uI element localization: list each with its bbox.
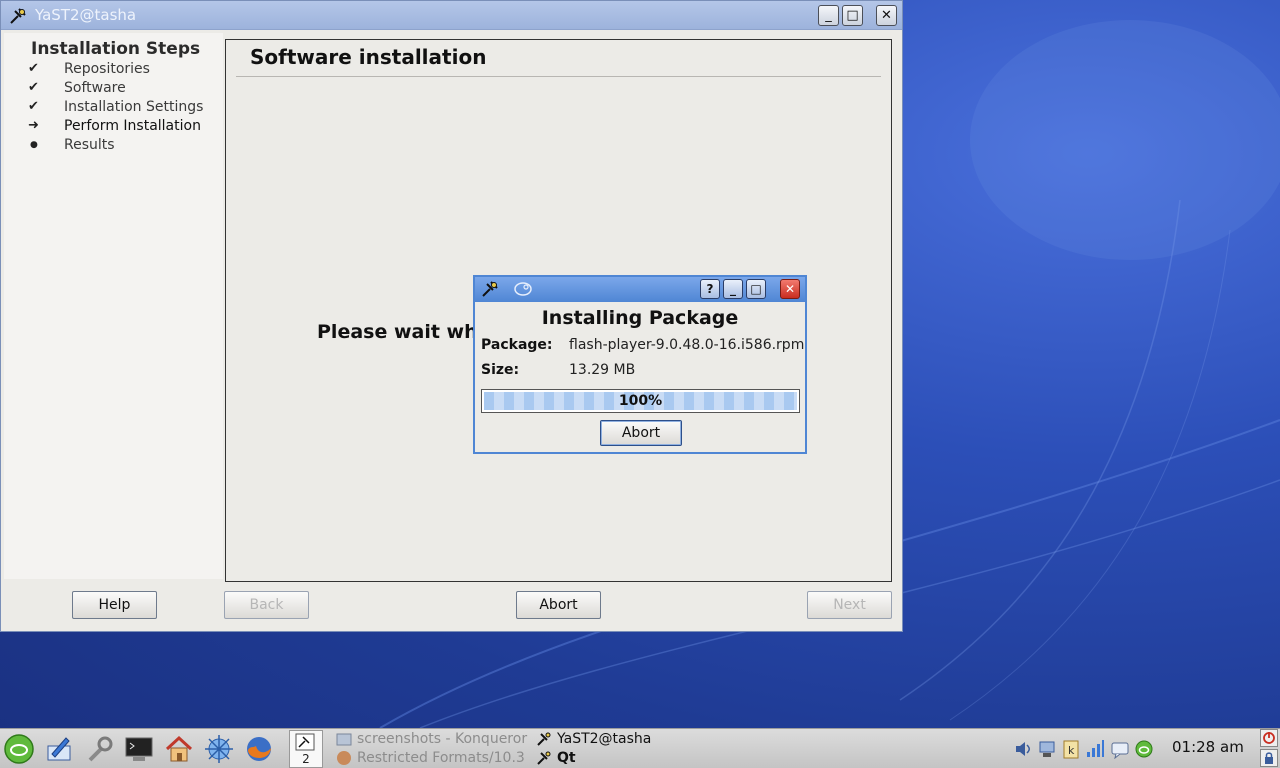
task-label: Qt xyxy=(557,749,576,766)
yast-app-icon xyxy=(482,281,498,297)
opensuse-menu-icon xyxy=(4,734,34,764)
close-button[interactable]: ✕ xyxy=(876,5,897,26)
dialog-minimize-button[interactable]: _ xyxy=(723,279,743,299)
kde-network-icon xyxy=(205,735,233,763)
bullet-icon: ● xyxy=(30,139,38,150)
opensuse-menu-button[interactable] xyxy=(3,733,35,765)
network-launcher[interactable] xyxy=(203,733,235,765)
step-perform-installation: ➜ Perform Installation xyxy=(28,116,201,135)
task-label: YaST2@tasha xyxy=(557,730,652,747)
logout-button[interactable] xyxy=(1260,729,1278,747)
lock-screen-button[interactable] xyxy=(1260,749,1278,767)
question-icon: ? xyxy=(706,282,714,296)
checkmark-icon: ✔ xyxy=(28,80,39,95)
task-qt[interactable]: Qt xyxy=(536,748,576,767)
package-label: Package: xyxy=(481,337,553,353)
size-value: 13.29 MB xyxy=(569,362,636,378)
opensuse-gecko-icon xyxy=(514,282,532,296)
pager-window-icon xyxy=(295,733,315,751)
step-label: Installation Settings xyxy=(64,98,204,115)
task-restricted-formats[interactable]: Restricted Formats/10.3 xyxy=(336,748,525,767)
signal-bars-icon[interactable] xyxy=(1085,739,1105,759)
dialog-close-button[interactable]: ✕ xyxy=(780,279,800,299)
checkmark-icon: ✔ xyxy=(28,99,39,114)
help-title-button[interactable]: ? xyxy=(700,279,720,299)
pager-desktop-number: 2 xyxy=(302,752,310,766)
yast-launcher[interactable] xyxy=(83,733,115,765)
yast-app-icon xyxy=(537,751,551,765)
step-repositories: ✔ Repositories xyxy=(28,59,150,78)
yast-tools-icon xyxy=(88,736,113,762)
firefox-icon xyxy=(247,737,271,761)
step-software: ✔ Software xyxy=(28,78,126,97)
minimize-icon: _ xyxy=(730,282,736,296)
terminal-launcher[interactable] xyxy=(123,733,155,765)
volume-icon[interactable] xyxy=(1013,739,1033,759)
terminal-icon xyxy=(125,737,153,761)
kate-editor-icon xyxy=(47,737,71,761)
step-label: Perform Installation xyxy=(64,117,201,134)
maximize-icon: □ xyxy=(846,8,859,23)
lock-icon xyxy=(1265,752,1273,764)
progress-percent: 100% xyxy=(618,393,663,409)
network-icon[interactable] xyxy=(1037,739,1057,759)
svg-text:k: k xyxy=(1068,744,1075,757)
maximize-icon: □ xyxy=(750,282,762,296)
close-icon: ✕ xyxy=(784,282,796,296)
size-label: Size: xyxy=(481,362,520,378)
install-progress-bar: 100% xyxy=(481,389,800,413)
page-title: Software installation xyxy=(250,45,487,69)
back-button[interactable]: Back xyxy=(224,591,309,619)
step-installation-settings: ✔ Installation Settings xyxy=(28,97,203,116)
task-label: screenshots - Konqueror xyxy=(357,730,528,747)
minimize-button[interactable]: _ xyxy=(818,5,839,26)
chat-icon[interactable] xyxy=(1110,739,1130,759)
installation-steps-sidebar: Installation Steps ✔ Repositories ✔ Soft… xyxy=(4,33,223,579)
checkmark-icon: ✔ xyxy=(28,61,39,76)
sidebar-heading: Installation Steps xyxy=(31,39,201,59)
please-wait-text: Please wait whil xyxy=(317,321,477,343)
dialog-titlebar[interactable]: ? _ □ ✕ xyxy=(475,277,805,302)
desktop-pager[interactable]: 2 xyxy=(289,730,323,768)
task-label: Restricted Formats/10.3 xyxy=(357,749,525,766)
taskbar-clock[interactable]: 01:28 am xyxy=(1172,738,1244,756)
updater-icon[interactable] xyxy=(1134,739,1154,759)
klipper-icon[interactable]: k xyxy=(1061,739,1081,759)
installing-package-dialog: ? _ □ ✕ Installing Package Package: flas… xyxy=(473,275,807,454)
step-results: ● Results xyxy=(28,135,115,154)
abort-button[interactable]: Abort xyxy=(516,591,601,619)
title-divider xyxy=(236,76,881,77)
maximize-button[interactable]: □ xyxy=(842,5,863,26)
folder-icon xyxy=(336,733,352,745)
step-label: Software xyxy=(64,79,126,96)
dialog-maximize-button[interactable]: □ xyxy=(746,279,766,299)
home-launcher[interactable] xyxy=(163,733,195,765)
next-button[interactable]: Next xyxy=(807,591,892,619)
main-window-title: YaST2@tasha xyxy=(35,6,137,24)
yast-app-icon xyxy=(10,8,26,24)
yast-app-icon xyxy=(537,732,551,746)
dialog-heading: Installing Package xyxy=(541,307,739,329)
taskbar: 2 screenshots - Konqueror Restricted For… xyxy=(0,728,1280,768)
step-label: Repositories xyxy=(64,60,150,77)
step-label: Results xyxy=(64,136,115,153)
main-titlebar[interactable]: YaST2@tasha _ □ ✕ xyxy=(1,1,902,30)
help-button[interactable]: Help xyxy=(72,591,157,619)
firefox-launcher[interactable] xyxy=(243,733,275,765)
arrow-right-icon: ➜ xyxy=(28,118,39,133)
dialog-abort-button[interactable]: Abort xyxy=(600,420,682,446)
kate-launcher[interactable] xyxy=(43,733,75,765)
firefox-icon xyxy=(337,750,351,765)
power-icon xyxy=(1263,732,1275,744)
home-folder-icon xyxy=(165,735,193,762)
package-value: flash-player-9.0.48.0-16.i586.rpm xyxy=(569,337,805,353)
task-yast2[interactable]: YaST2@tasha xyxy=(536,729,651,748)
close-icon: ✕ xyxy=(881,8,892,23)
task-konqueror[interactable]: screenshots - Konqueror xyxy=(336,729,527,748)
minimize-icon: _ xyxy=(825,8,832,23)
